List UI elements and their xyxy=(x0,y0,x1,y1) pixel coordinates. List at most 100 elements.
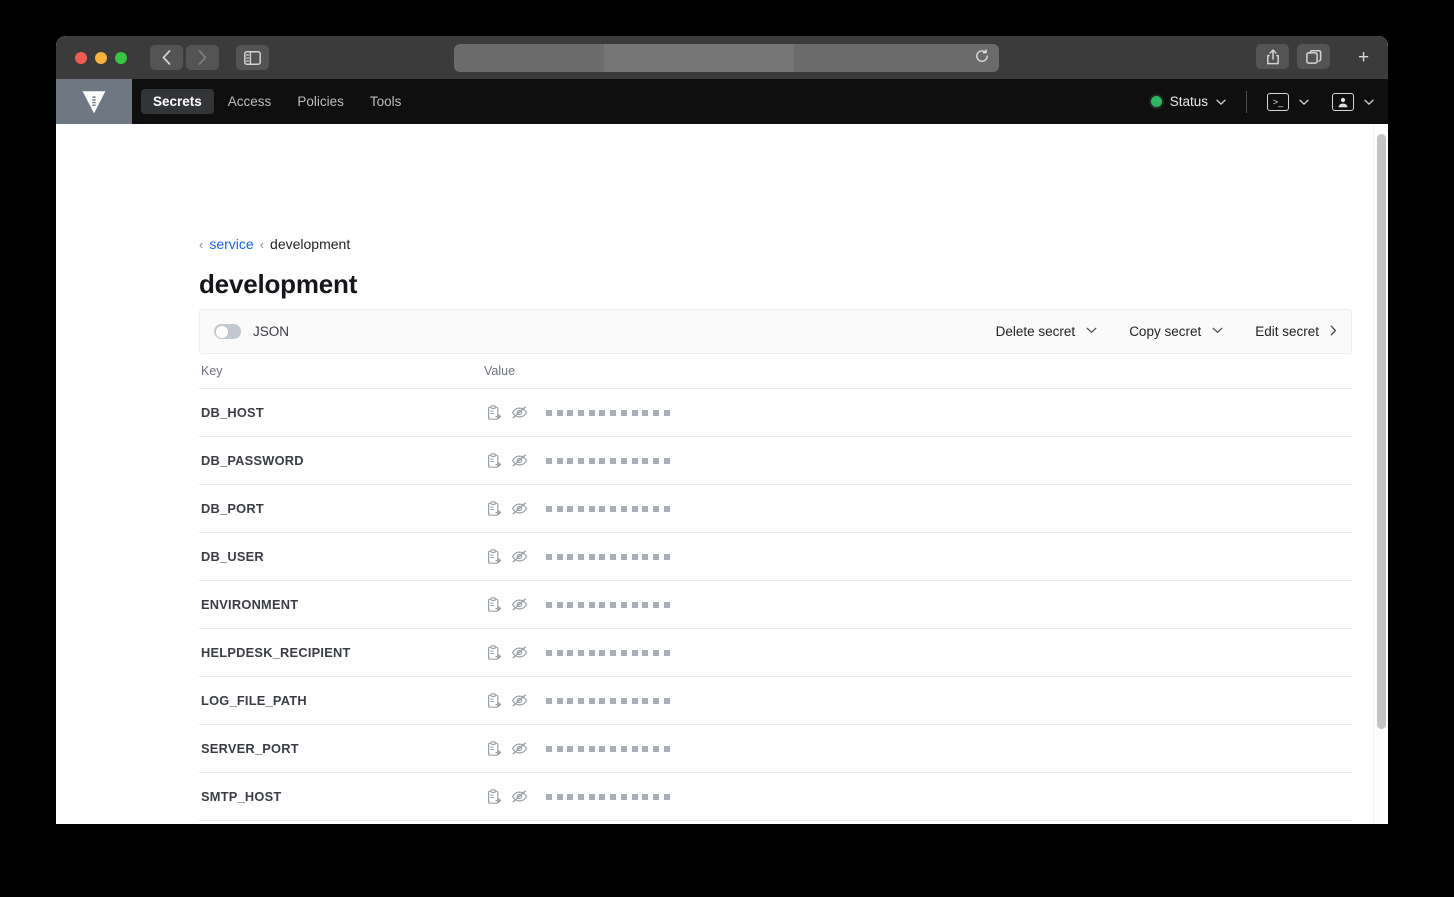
share-icon[interactable] xyxy=(1256,44,1289,69)
table-row: SERVER_PORT xyxy=(199,724,1352,772)
eye-off-icon[interactable] xyxy=(511,453,528,468)
user-icon xyxy=(1332,92,1354,111)
secret-value-actions xyxy=(484,500,546,517)
eye-off-icon[interactable] xyxy=(511,741,528,756)
browser-toolbar: + xyxy=(56,36,1388,79)
masked-secret-value xyxy=(546,553,670,560)
status-menu[interactable]: Status xyxy=(1150,94,1226,109)
table-row: ENVIRONMENT xyxy=(199,580,1352,628)
copy-icon[interactable] xyxy=(487,548,502,565)
copy-icon[interactable] xyxy=(487,596,502,613)
edit-secret-button[interactable]: Edit secret xyxy=(1239,324,1337,339)
copy-icon[interactable] xyxy=(487,644,502,661)
copy-icon[interactable] xyxy=(487,452,502,469)
window-traffic-lights xyxy=(75,51,127,64)
secret-value-cell xyxy=(484,548,1352,565)
header-divider xyxy=(1246,90,1247,113)
copy-icon[interactable] xyxy=(487,500,502,517)
vault-logo[interactable] xyxy=(56,79,132,124)
page-body: ‹ service ‹ development development JSON… xyxy=(56,124,1388,824)
masked-secret-value xyxy=(546,745,670,752)
secrets-table: Key Value DB_HOST DB_PASSWORD DB_PORT DB_US… xyxy=(199,364,1352,824)
eye-off-icon[interactable] xyxy=(511,789,528,804)
copy-icon[interactable] xyxy=(487,692,502,709)
chevron-down-icon xyxy=(1086,326,1097,337)
column-header-key: Key xyxy=(201,364,223,378)
secret-toolbar: JSON Delete secret Copy secret Edit secr xyxy=(199,309,1352,354)
browser-toolbar-right xyxy=(1256,44,1330,69)
user-menu[interactable] xyxy=(1332,92,1374,111)
secret-key-label: DB_PORT xyxy=(201,501,264,516)
nav-tab-tools[interactable]: Tools xyxy=(358,89,414,115)
scrollbar-thumb[interactable] xyxy=(1377,134,1386,729)
chevron-down-icon xyxy=(1299,94,1309,109)
eye-off-icon[interactable] xyxy=(511,597,528,612)
copy-icon[interactable] xyxy=(487,404,502,421)
secret-value-cell xyxy=(484,692,1352,709)
masked-secret-value xyxy=(546,649,670,656)
eye-off-icon[interactable] xyxy=(511,693,528,708)
reload-icon[interactable] xyxy=(975,48,989,68)
masked-secret-value xyxy=(546,457,670,464)
secret-value-cell xyxy=(484,596,1352,613)
page-title: development xyxy=(199,269,358,299)
json-toggle-group[interactable]: JSON xyxy=(214,324,289,339)
eye-off-icon[interactable] xyxy=(511,549,528,564)
secret-key-label: DB_PASSWORD xyxy=(201,453,304,468)
breadcrumb-link-service[interactable]: service xyxy=(209,236,253,252)
secret-value-cell xyxy=(484,740,1352,757)
masked-secret-value xyxy=(546,697,670,704)
json-toggle-switch[interactable] xyxy=(214,324,241,339)
browser-window: + Secrets Access Policies Tools Status >… xyxy=(56,36,1388,824)
delete-secret-label: Delete secret xyxy=(995,324,1076,339)
nav-tab-policies[interactable]: Policies xyxy=(285,89,356,115)
maximize-window-button[interactable] xyxy=(115,51,127,64)
nav-tab-access[interactable]: Access xyxy=(216,89,284,115)
copy-icon[interactable] xyxy=(487,788,502,805)
new-tab-button[interactable]: + xyxy=(1347,44,1380,72)
address-bar[interactable] xyxy=(454,44,999,72)
table-row: HELPDESK_RECIPIENT xyxy=(199,628,1352,676)
console-menu[interactable]: >_ xyxy=(1267,92,1309,111)
secret-key-label: HELPDESK_RECIPIENT xyxy=(201,645,351,660)
table-row: SMTP_PASSWORD xyxy=(199,820,1352,824)
copy-secret-button[interactable]: Copy secret xyxy=(1113,324,1239,339)
page-scrollbar[interactable] xyxy=(1373,124,1388,824)
close-window-button[interactable] xyxy=(75,51,87,64)
eye-off-icon[interactable] xyxy=(511,645,528,660)
chevron-right-icon xyxy=(1330,325,1337,339)
copy-icon[interactable] xyxy=(487,740,502,757)
forward-button[interactable] xyxy=(186,45,219,70)
column-header-value: Value xyxy=(484,364,516,378)
eye-off-icon[interactable] xyxy=(511,501,528,516)
table-row: SMTP_HOST xyxy=(199,772,1352,820)
delete-secret-button[interactable]: Delete secret xyxy=(980,324,1114,339)
table-row: LOG_FILE_PATH xyxy=(199,676,1352,724)
secret-value-cell xyxy=(484,452,1352,469)
tab-overview-icon[interactable] xyxy=(1297,44,1330,69)
table-row: DB_PASSWORD xyxy=(199,436,1352,484)
sidebar-toggle-button[interactable] xyxy=(236,45,269,70)
minimize-window-button[interactable] xyxy=(95,51,107,64)
console-icon: >_ xyxy=(1267,92,1289,111)
back-button[interactable] xyxy=(150,45,183,70)
nav-tab-secrets[interactable]: Secrets xyxy=(141,88,214,115)
breadcrumb: ‹ service ‹ development xyxy=(199,236,350,252)
table-row: DB_USER xyxy=(199,532,1352,580)
table-row: DB_HOST xyxy=(199,388,1352,436)
breadcrumb-current: development xyxy=(270,236,351,252)
secret-value-actions xyxy=(484,644,546,661)
secret-key-label: DB_USER xyxy=(201,549,264,564)
copy-secret-label: Copy secret xyxy=(1129,324,1202,339)
secret-value-actions xyxy=(484,788,546,805)
masked-secret-value xyxy=(546,601,670,608)
secret-value-cell xyxy=(484,500,1352,517)
browser-nav-buttons xyxy=(150,45,219,70)
secret-value-actions xyxy=(484,740,546,757)
secret-value-actions xyxy=(484,692,546,709)
secret-value-actions xyxy=(484,452,546,469)
app-header: Secrets Access Policies Tools Status >_ xyxy=(56,79,1388,124)
eye-off-icon[interactable] xyxy=(511,405,528,420)
secret-value-actions xyxy=(484,548,546,565)
table-header-row: Key Value xyxy=(199,364,1352,388)
